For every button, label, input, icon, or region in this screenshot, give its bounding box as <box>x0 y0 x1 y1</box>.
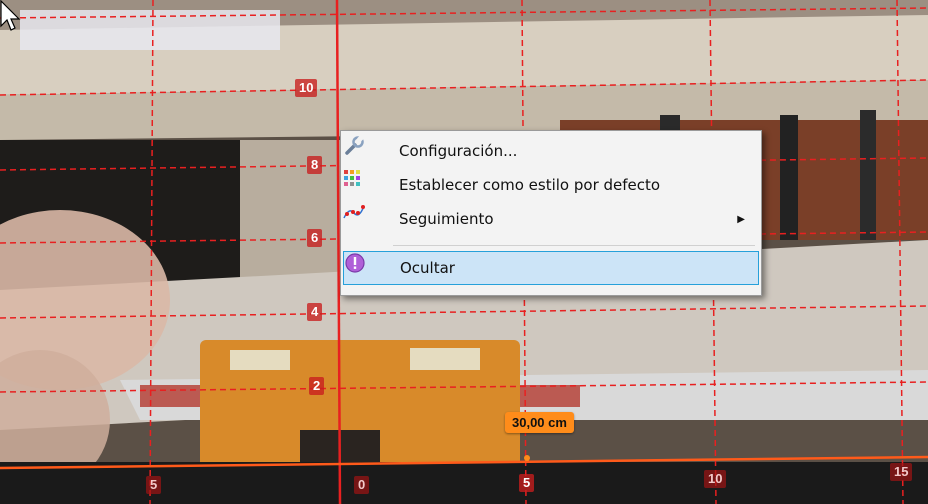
x-axis-label: 5 <box>519 474 535 492</box>
menu-item-label: Ocultar <box>400 259 455 277</box>
y-axis-label: 2 <box>309 377 325 395</box>
context-menu: Configuración... Establecer como estilo … <box>340 130 762 296</box>
x-axis-label: 15 <box>890 463 913 481</box>
menu-item-label: Configuración... <box>399 142 518 160</box>
menu-item-establecer-estilo[interactable]: Establecer como estilo por defecto <box>343 169 759 201</box>
y-axis-label: 8 <box>307 156 323 174</box>
menu-item-ocultar[interactable]: Ocultar <box>343 251 759 285</box>
video-frame[interactable]: 10 8 6 4 2 5 0 5 10 15 30,00 cm Configur… <box>0 0 928 504</box>
menu-item-label: Establecer como estilo por defecto <box>399 176 661 194</box>
y-axis-label: 4 <box>307 303 323 321</box>
menu-item-label: Seguimiento <box>399 210 494 228</box>
trajectory-icon <box>343 205 373 231</box>
y-axis-label: 6 <box>307 229 323 247</box>
color-palette-icon <box>344 170 373 197</box>
wrench-icon <box>345 135 373 163</box>
x-axis-label: 0 <box>354 476 370 494</box>
menu-separator <box>393 245 755 246</box>
x-axis-label: 5 <box>146 476 162 494</box>
x-axis-label: 10 <box>704 470 727 488</box>
submenu-arrow-icon: ▶ <box>737 213 745 225</box>
hide-icon <box>345 253 374 280</box>
measurement-label[interactable]: 30,00 cm <box>505 412 574 433</box>
y-axis-label: 10 <box>295 79 318 97</box>
menu-item-configuracion[interactable]: Configuración... <box>343 135 759 167</box>
menu-item-seguimiento[interactable]: Seguimiento ▶ <box>343 203 759 235</box>
mouse-cursor-icon <box>0 0 21 31</box>
